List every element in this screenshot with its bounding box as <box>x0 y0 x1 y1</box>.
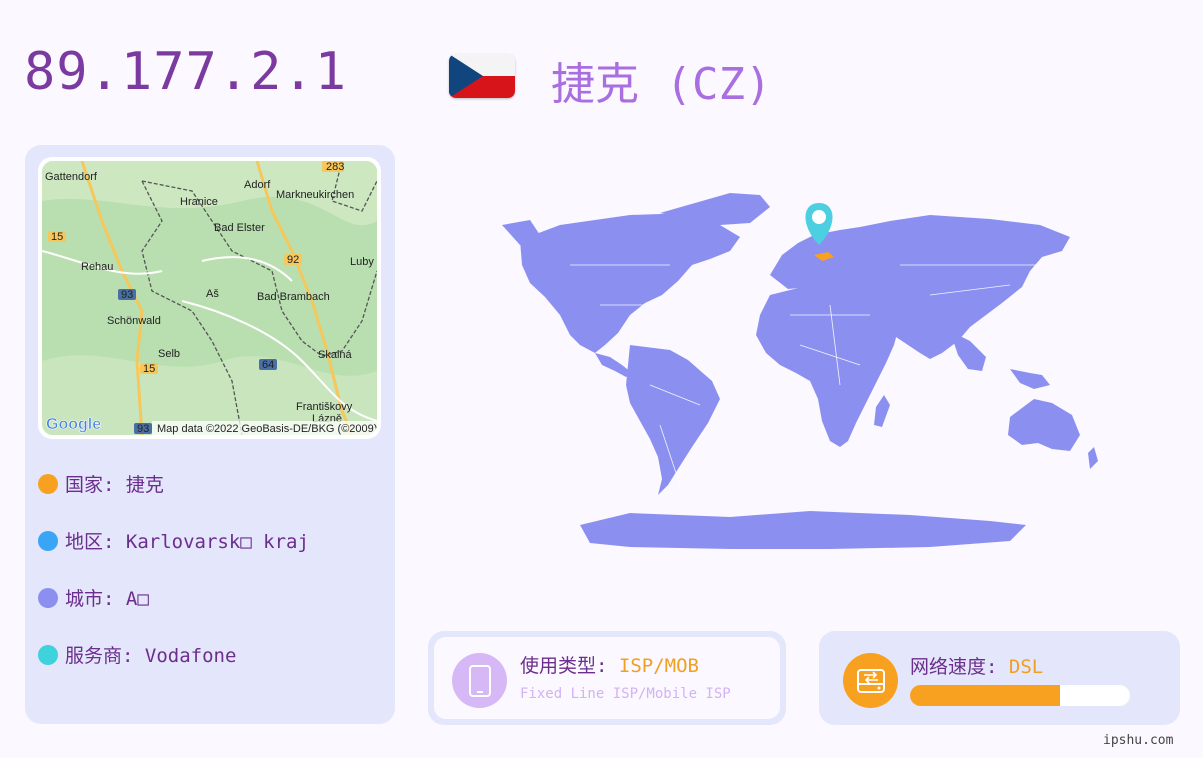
info-city: 城市: A□ <box>38 584 149 611</box>
country-flag <box>449 54 515 98</box>
region-dot-icon <box>38 530 58 551</box>
map-label-gattendorf: Gattendorf <box>45 171 98 183</box>
network-drive-icon <box>856 668 885 693</box>
map-attribution: Map data ©2022 GeoBasis-DE/BKG (©2009) <box>157 423 377 435</box>
country-dot-icon <box>38 473 58 494</box>
usage-type-card: 使用类型: ISP/MOB Fixed Line ISP/Mobile ISP <box>428 631 786 725</box>
speed-progress-bar <box>910 685 1130 706</box>
map-road-283: 283 <box>326 161 344 173</box>
info-region: 地区: Karlovarsk□ kraj <box>38 527 309 554</box>
network-speed-card: 网络速度: DSL <box>819 631 1180 725</box>
map-label-bad-elster: Bad Elster <box>214 222 265 234</box>
map-label-selb: Selb <box>158 348 180 360</box>
map-road-15b: 15 <box>143 363 155 375</box>
site-footer[interactable]: ipshu.com <box>1103 733 1173 748</box>
country-title: 捷克 (CZ) <box>551 59 772 110</box>
map-road-15: 15 <box>51 231 63 243</box>
city-dot-icon <box>38 587 58 608</box>
map-label-hranice: Hranice <box>180 196 218 208</box>
map-road-64: 64 <box>262 359 274 371</box>
map-label-adorf: Adorf <box>244 179 271 191</box>
speed-icon-circle <box>843 653 898 708</box>
map-road-92: 92 <box>287 254 299 266</box>
map-label-as: Aš <box>206 288 219 300</box>
map-label-rehau: Rehau <box>81 261 113 273</box>
google-logo: Google <box>46 416 101 433</box>
location-map[interactable]: 283 15 92 93 15 64 93 Gattendorf Adorf M… <box>38 157 381 439</box>
map-label-bad-brambach: Bad Brambach <box>257 291 330 303</box>
map-label-frantiskovy: Františkovy <box>296 401 353 413</box>
map-label-skalna: Skalná <box>318 349 353 361</box>
network-speed-label: 网络速度: DSL <box>910 656 1044 678</box>
map-label-markneukirchen: Markneukirchen <box>276 189 354 201</box>
map-road-93b: 93 <box>137 423 149 435</box>
info-isp: 服务商: Vodafone <box>38 641 236 668</box>
info-country: 国家: 捷克 <box>38 470 164 497</box>
map-road-93: 93 <box>121 289 133 301</box>
isp-dot-icon <box>38 644 58 665</box>
speed-progress-fill <box>910 685 1060 706</box>
map-label-schonwald: Schönwald <box>107 315 161 327</box>
usage-icon-circle <box>452 653 507 708</box>
usage-type-detail: Fixed Line ISP/Mobile ISP <box>520 686 731 702</box>
usage-type-label: 使用类型: ISP/MOB <box>520 655 699 677</box>
phone-icon <box>468 664 491 697</box>
world-map <box>502 193 1098 549</box>
ip-address: 89.177.2.1 <box>24 42 348 102</box>
map-label-luby: Luby <box>350 256 374 268</box>
